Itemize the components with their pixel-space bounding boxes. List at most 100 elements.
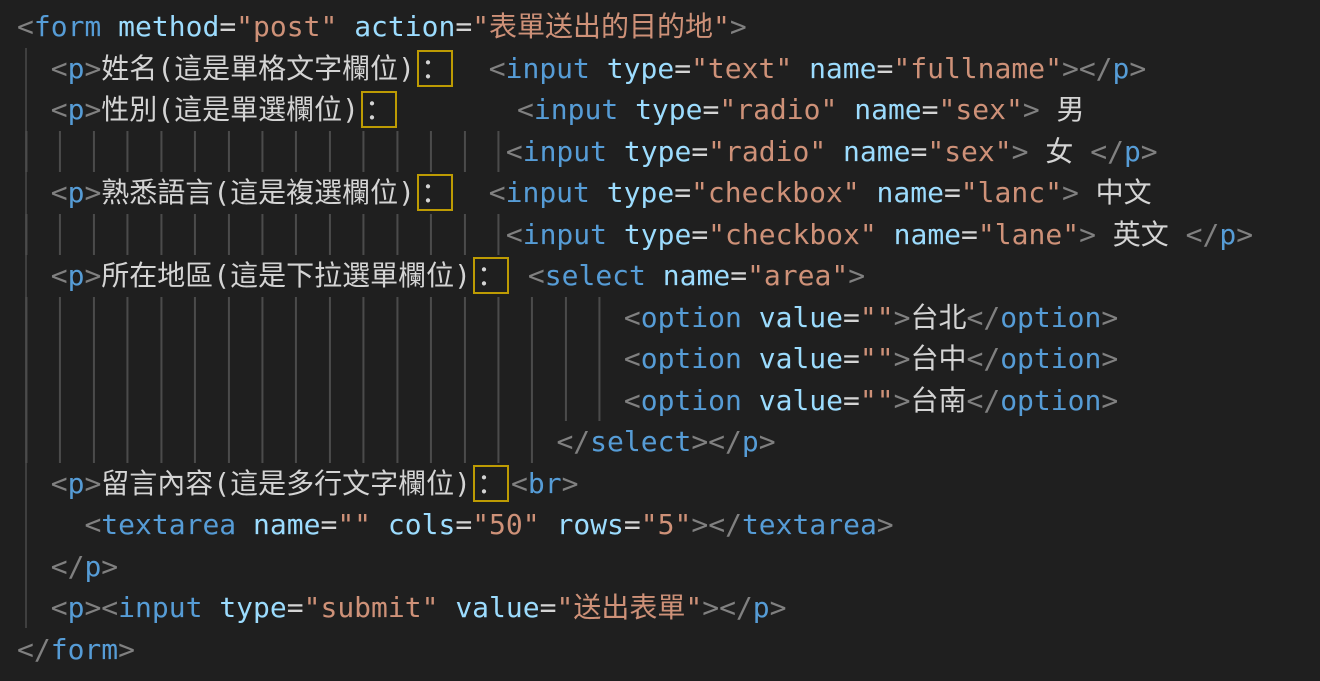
code-line[interactable]: <p>熟悉語言(這是複選欄位)： <input type="checkbox" …	[17, 172, 1320, 214]
tag-name: form	[34, 10, 101, 43]
text-content	[455, 176, 489, 209]
attribute-value: ""	[337, 508, 371, 541]
equals-sign: =	[910, 135, 927, 168]
attribute-value: "50"	[472, 508, 539, 541]
tag-name: p	[742, 425, 759, 458]
text-content	[590, 52, 607, 85]
tag-name: p	[68, 52, 85, 85]
text-content	[371, 508, 388, 541]
punctuation: <	[624, 301, 641, 334]
code-line[interactable]: </select></p>	[17, 421, 1320, 463]
code-line[interactable]: <p><input type="submit" value="送出表單"></p…	[17, 587, 1320, 629]
text-content	[742, 301, 759, 334]
punctuation: >	[702, 591, 719, 624]
punctuation: >	[1012, 135, 1029, 168]
text-content: 台北	[910, 301, 966, 334]
indent-guides	[17, 214, 506, 256]
attribute-value: "lane"	[978, 218, 1079, 251]
code-line[interactable]: <input type="checkbox" name="lane"> 英文 <…	[17, 214, 1320, 256]
equals-sign: =	[877, 52, 894, 85]
punctuation: <	[506, 218, 523, 251]
punctuation: <	[51, 259, 68, 292]
code-line[interactable]: <input type="radio" name="sex"> 女 </p>	[17, 131, 1320, 173]
punctuation: >	[1023, 93, 1040, 126]
attribute-name: value	[759, 301, 843, 334]
equals-sign: =	[691, 135, 708, 168]
attribute-value: ""	[860, 384, 894, 417]
attribute-name: value	[759, 384, 843, 417]
attribute-name: name	[809, 52, 876, 85]
punctuation: >	[1101, 384, 1118, 417]
code-area[interactable]: <form method="post" action="表單送出的目的地"> <…	[17, 6, 1320, 670]
code-line[interactable]: </form>	[17, 629, 1320, 671]
equals-sign: =	[674, 176, 691, 209]
text-content	[399, 93, 517, 126]
equals-sign: =	[730, 259, 747, 292]
tag-name: p	[68, 93, 85, 126]
equals-sign: =	[320, 508, 337, 541]
punctuation: >	[1101, 342, 1118, 375]
code-line[interactable]: </p>	[17, 546, 1320, 588]
code-line[interactable]: <textarea name="" cols="50" rows="5"></t…	[17, 504, 1320, 546]
indent-guides	[17, 338, 624, 380]
text-content	[792, 52, 809, 85]
punctuation: >	[894, 384, 911, 417]
attribute-name: name	[854, 93, 921, 126]
attribute-name: value	[759, 342, 843, 375]
tag-name: input	[523, 218, 607, 251]
tag-name: option	[1000, 384, 1101, 417]
text-content: 性別(這是單選欄位)	[101, 93, 359, 126]
tag-name: option	[641, 342, 742, 375]
punctuation: >	[894, 342, 911, 375]
tag-name: textarea	[742, 508, 877, 541]
equals-sign: =	[843, 342, 860, 375]
punctuation: >	[1129, 52, 1146, 85]
text-content	[877, 218, 894, 251]
punctuation: <	[517, 93, 534, 126]
equals-sign: =	[961, 218, 978, 251]
punctuation: >	[759, 425, 776, 458]
punctuation: </	[1090, 135, 1124, 168]
code-line[interactable]: <option value="">台南</option>	[17, 380, 1320, 422]
unicode-highlight-colon: ：	[473, 465, 509, 502]
indent-guides	[17, 380, 624, 422]
attribute-name: type	[635, 93, 702, 126]
equals-sign: =	[219, 10, 236, 43]
punctuation: >	[84, 467, 101, 500]
tag-name: input	[506, 52, 590, 85]
equals-sign: =	[691, 218, 708, 251]
code-line[interactable]: <form method="post" action="表單送出的目的地">	[17, 6, 1320, 48]
tag-name: br	[528, 467, 562, 500]
attribute-name: value	[455, 591, 539, 624]
punctuation: >	[84, 93, 101, 126]
punctuation: >	[84, 176, 101, 209]
attribute-name: type	[607, 176, 674, 209]
tag-name: option	[1000, 342, 1101, 375]
code-line[interactable]: <p>性別(這是單選欄位)： <input type="radio" name=…	[17, 89, 1320, 131]
tag-name: p	[1124, 135, 1141, 168]
punctuation: <	[17, 10, 34, 43]
text-content	[860, 176, 877, 209]
text-content	[742, 342, 759, 375]
equals-sign: =	[843, 301, 860, 334]
code-line[interactable]: <option value="">台中</option>	[17, 338, 1320, 380]
attribute-name: action	[354, 10, 455, 43]
attribute-value: "radio"	[708, 135, 826, 168]
code-line[interactable]: <p>留言內容(這是多行文字欄位)：<br>	[17, 463, 1320, 505]
punctuation: >	[770, 591, 787, 624]
text-content	[337, 10, 354, 43]
code-line[interactable]: <option value="">台北</option>	[17, 297, 1320, 339]
punctuation: >	[877, 508, 894, 541]
attribute-name: name	[843, 135, 910, 168]
punctuation: <	[511, 467, 528, 500]
tag-name: input	[534, 93, 618, 126]
attribute-name: type	[624, 135, 691, 168]
attribute-value: "fullname"	[893, 52, 1062, 85]
text-content	[607, 135, 624, 168]
code-line[interactable]: <p>姓名(這是單格文字欄位)： <input type="text" name…	[17, 48, 1320, 90]
punctuation: <	[528, 259, 545, 292]
code-editor[interactable]: <form method="post" action="表單送出的目的地"> <…	[0, 0, 1320, 681]
code-line[interactable]: <p>所在地區(這是下拉選單欄位)： <select name="area">	[17, 255, 1320, 297]
attribute-value: "5"	[641, 508, 692, 541]
attribute-name: name	[253, 508, 320, 541]
